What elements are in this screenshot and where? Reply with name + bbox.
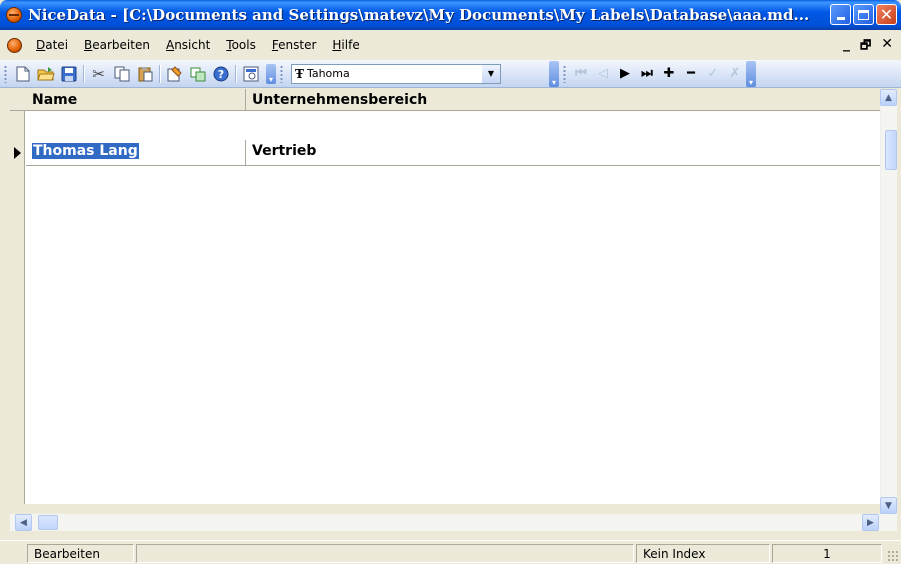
font-select-value: Tahoma [306,67,350,80]
document-icon[interactable] [7,37,22,53]
svg-text:?: ? [217,68,223,81]
paste-icon [138,66,152,81]
cut-button[interactable]: ✂ [87,63,110,85]
toolbar-grip[interactable] [280,64,283,83]
close-button[interactable]: ✕ [876,4,897,25]
menu-fenster-label: Fenster [271,38,317,52]
menu-hilfe[interactable]: Hilfe [324,38,367,52]
database-button[interactable] [186,63,209,85]
menu-bearbeiten[interactable]: Bearbeiten [76,38,158,52]
copy-icon [114,66,129,81]
close-icon: ✕ [879,4,894,24]
mdi-close-button[interactable]: ✕ [881,36,893,57]
horizontal-scrollbar[interactable] [10,514,897,531]
scroll-up-button[interactable]: ▲ [880,89,897,106]
database-icon [190,67,205,81]
data-grid[interactable] [10,111,880,504]
menu-hilfe-label: Hilfe [332,38,360,52]
mdi-controls: _ 🗗 ✕ [843,36,893,57]
minimize-button[interactable] [830,4,851,25]
dropdown-arrow-icon[interactable]: ▼ [482,64,500,83]
menu-ansicht[interactable]: Ansicht [158,38,218,52]
toolbar-separator [83,64,84,83]
toolbar: ✂ ? ▾ Ŧ Tahoma ▼ ▾ ⏮ ◁ ▶ ⏭ ✚ ━ ✓ ✗ ▾ [0,60,901,88]
menu-bearbeiten-label: Bearbeiten [84,38,150,52]
column-header-name[interactable]: Name [26,89,246,111]
preview-button[interactable] [239,63,262,85]
scroll-left-button[interactable]: ◀ [15,514,32,531]
cell-unternehmensbereich[interactable]: Vertrieb [246,140,880,165]
status-blank [136,544,634,563]
vertical-scroll-thumb[interactable] [885,130,897,170]
wizard-icon [167,65,182,81]
chevron-down-icon: ▾ [268,74,273,84]
save-icon [61,66,76,81]
menu-datei[interactable]: Datei [28,38,76,52]
toolbar-separator [159,64,160,83]
last-record-button[interactable]: ⏭ [636,66,658,81]
horizontal-scroll-thumb[interactable] [38,515,58,530]
toolbar-overflow-button[interactable]: ▾ [549,60,559,87]
delete-record-button[interactable]: ━ [680,66,702,81]
font-select[interactable]: Ŧ Tahoma ▼ [291,63,501,84]
chevron-left-icon: ◀ [20,517,27,528]
table-row[interactable]: Thomas Lang Vertrieb [26,140,880,166]
menu-tools[interactable]: Tools [218,38,264,52]
toolbar-grip[interactable] [4,64,7,83]
scroll-down-button[interactable]: ▼ [880,497,897,514]
chevron-down-icon: ▼ [885,500,892,511]
app-icon[interactable] [6,7,22,23]
help-button[interactable]: ? [209,63,232,85]
open-button[interactable] [34,63,57,85]
new-icon [16,66,29,81]
maximize-icon [858,9,869,20]
menu-bar: Datei Bearbeiten Ansicht Tools Fenster H… [0,30,901,60]
menu-fenster[interactable]: Fenster [264,38,325,52]
chevron-down-icon: ▾ [551,77,556,87]
insert-record-button[interactable]: ✚ [658,66,680,81]
post-record-button[interactable]: ✓ [702,66,724,81]
status-index: Kein Index [636,544,770,563]
chevron-right-icon: ▶ [867,517,874,528]
save-button[interactable] [57,63,80,85]
font-type-icon: Ŧ [295,66,304,81]
chevron-up-icon: ▲ [885,92,892,103]
cut-icon: ✂ [92,64,105,83]
cancel-edit-button[interactable]: ✗ [724,66,746,81]
scroll-right-button[interactable]: ▶ [862,514,879,531]
mdi-minimize-button[interactable]: _ [843,36,850,57]
preview-icon [243,66,258,81]
toolbar-overflow-button[interactable]: ▾ [746,60,756,87]
current-row-indicator-icon [14,147,21,159]
prev-record-button[interactable]: ◁ [592,66,614,81]
paste-button[interactable] [133,63,156,85]
help-icon: ? [213,66,228,81]
copy-button[interactable] [110,63,133,85]
chevron-down-icon: ▾ [748,77,753,87]
column-header-unternehmensbereich[interactable]: Unternehmensbereich [246,89,880,111]
wizard-button[interactable] [163,63,186,85]
next-record-button[interactable]: ▶ [614,66,636,81]
toolbar-separator [235,64,236,83]
menu-ansicht-label: Ansicht [165,38,211,52]
mdi-restore-button[interactable]: 🗗 [860,36,871,57]
status-record-number: 1 [772,544,882,563]
window-title: NiceData - [C:\Documents and Settings\ma… [28,6,810,24]
open-folder-icon [36,66,55,80]
toolbar-grip[interactable] [563,64,566,83]
resize-grip-icon[interactable] [887,550,899,562]
menu-datei-label: Datei [36,38,69,52]
new-button[interactable] [11,63,34,85]
cell-name[interactable]: Thomas Lang [26,140,246,165]
status-bar: Bearbeiten Kein Index 1 [0,540,901,564]
minimize-icon [836,17,845,20]
status-mode: Bearbeiten [27,544,134,563]
toolbar-overflow-button[interactable]: ▾ [266,63,276,84]
title-bar[interactable]: NiceData - [C:\Documents and Settings\ma… [0,0,901,30]
menu-tools-label: Tools [226,38,256,52]
first-record-button[interactable]: ⏮ [570,66,592,81]
maximize-button[interactable] [853,4,874,25]
cell-name-value: Thomas Lang [32,143,139,159]
